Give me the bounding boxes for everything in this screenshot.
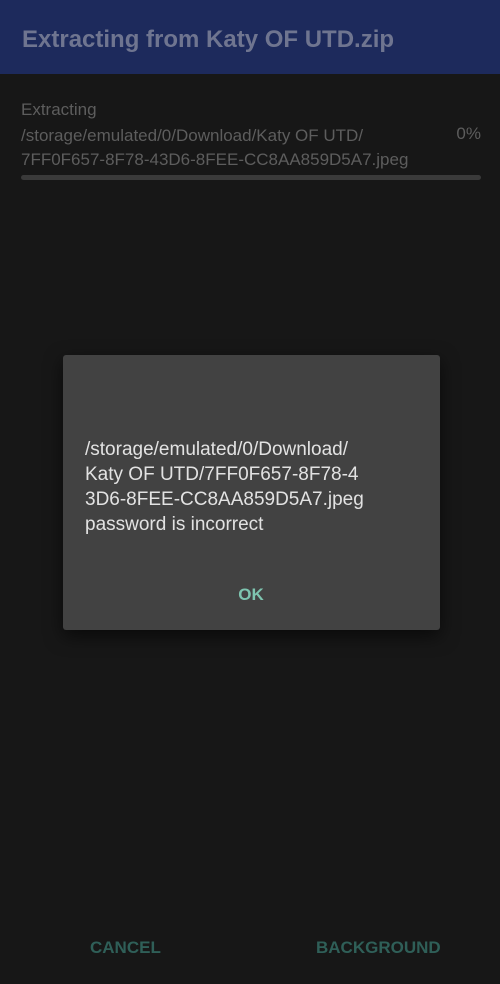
error-dialog: /storage/emulated/0/Download/ Katy OF UT… bbox=[63, 355, 440, 630]
background-button[interactable]: BACKGROUND bbox=[316, 930, 441, 966]
extracting-label: Extracting bbox=[21, 100, 97, 119]
extracting-file-path: /storage/emulated/0/Download/Katy OF UTD… bbox=[21, 126, 409, 169]
app-bar-title: Extracting from Katy OF UTD.zip bbox=[22, 26, 395, 53]
app-bar: Extracting from Katy OF UTD.zip bbox=[0, 0, 500, 74]
progress-bar bbox=[21, 175, 481, 180]
cancel-button[interactable]: CANCEL bbox=[90, 930, 161, 966]
extraction-progress-panel: Extracting /storage/emulated/0/Download/… bbox=[0, 74, 500, 194]
progress-percent: 0% bbox=[456, 124, 481, 143]
dialog-message: /storage/emulated/0/Download/ Katy OF UT… bbox=[85, 439, 364, 535]
extract-screen: Extracting from Katy OF UTD.zip Extracti… bbox=[0, 0, 500, 984]
ok-button[interactable]: OK bbox=[223, 575, 279, 615]
